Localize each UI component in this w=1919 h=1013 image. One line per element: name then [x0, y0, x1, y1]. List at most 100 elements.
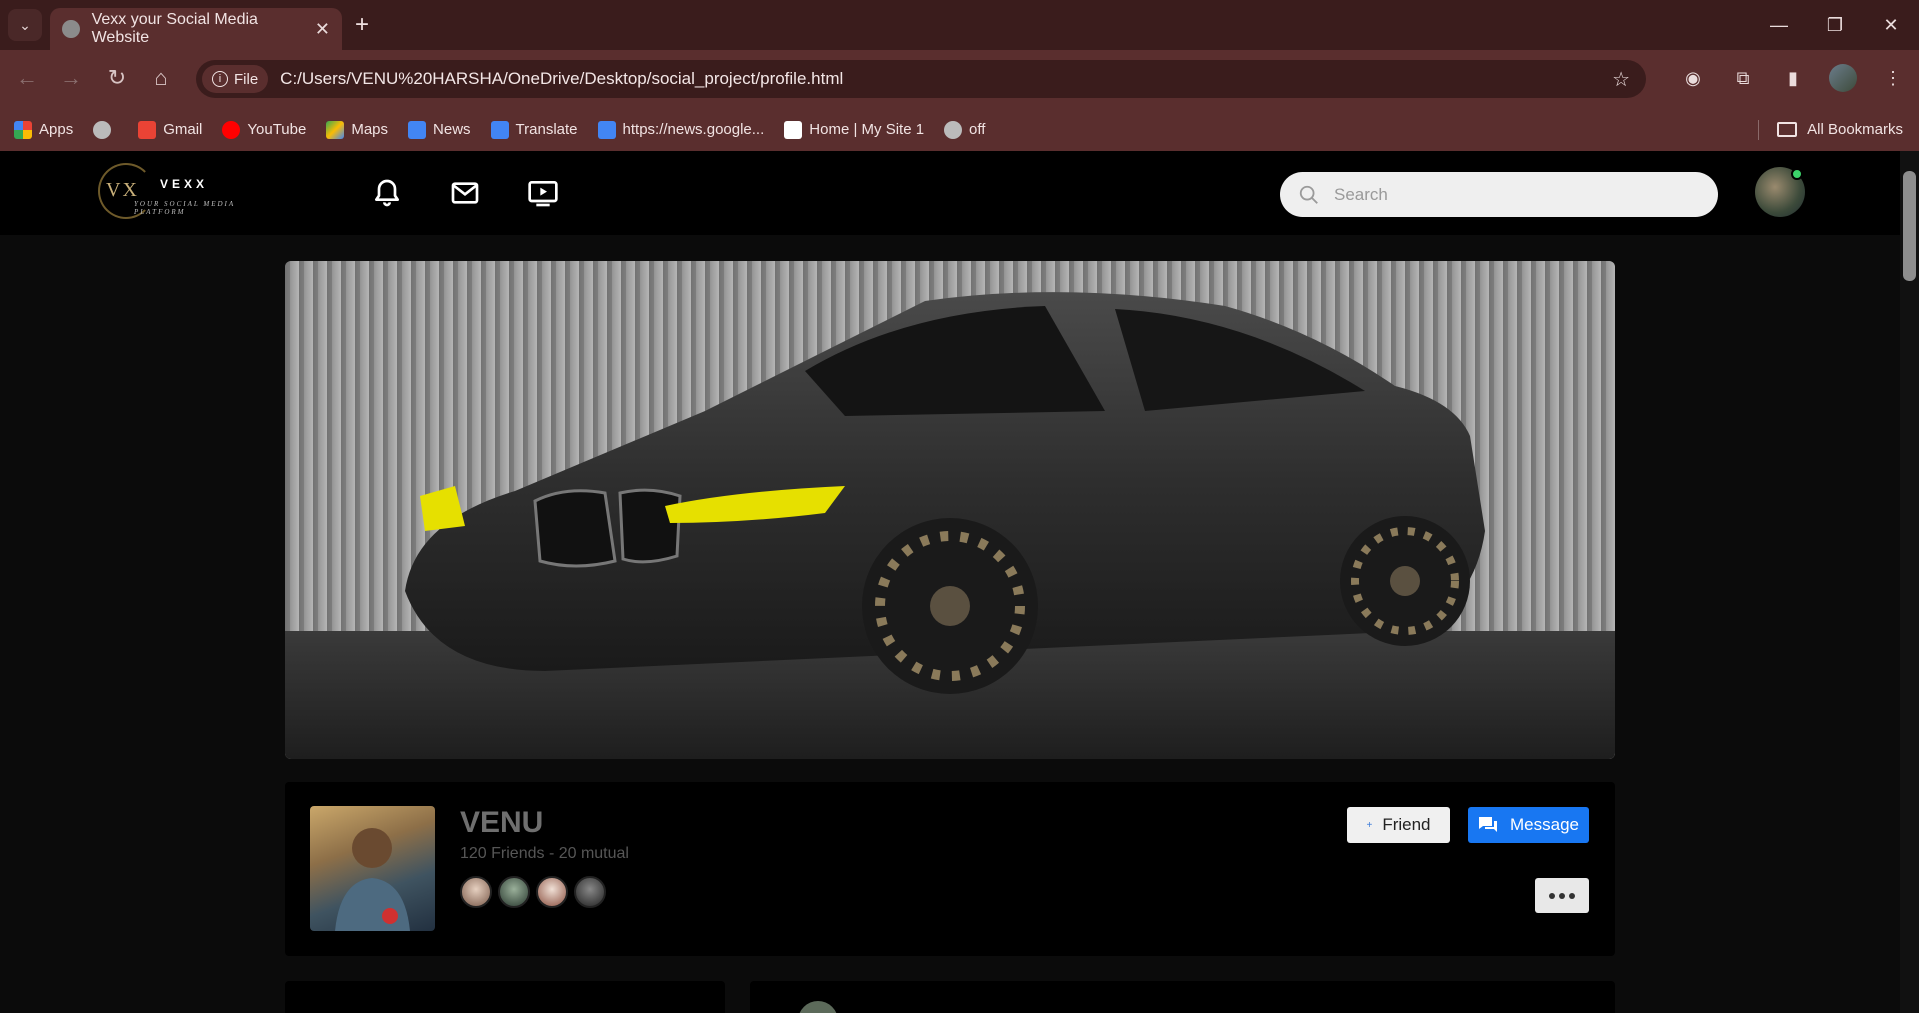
- bookmark-maps[interactable]: Maps: [326, 120, 389, 139]
- post-author-avatar[interactable]: [798, 1001, 838, 1013]
- bookmark-label: Gmail: [163, 121, 203, 138]
- bookmark-label: Maps: [351, 121, 389, 138]
- bookmark-off[interactable]: off: [944, 120, 986, 139]
- globe-icon: [944, 120, 963, 139]
- bookmark-label: News: [433, 121, 471, 138]
- cover-photo: [285, 261, 1615, 759]
- minimize-icon[interactable]: —: [1751, 0, 1807, 50]
- bell-icon[interactable]: [371, 177, 403, 209]
- file-chip-label: File: [234, 70, 259, 88]
- video-play-icon[interactable]: [527, 177, 559, 209]
- bookmarks-bar: Apps Gmail YouTube Maps News Translate h…: [0, 108, 1919, 151]
- side-panel-icon[interactable]: ▮: [1779, 64, 1807, 92]
- tab-search-button[interactable]: ⌄: [8, 9, 42, 41]
- profile-avatar-icon[interactable]: [1829, 64, 1857, 92]
- bookmark-gmail[interactable]: Gmail: [138, 120, 203, 139]
- profile-photo-image: [335, 828, 410, 931]
- friends-count: 120 Friends - 20 mutual: [460, 845, 629, 862]
- profile-card: VENU 120 Friends - 20 mutual + Friend Me…: [285, 782, 1615, 956]
- globe-icon: [62, 20, 80, 38]
- home-icon[interactable]: ⌂: [146, 65, 176, 91]
- address-bar[interactable]: i File C:/Users/VENU%20HARSHA/OneDrive/D…: [196, 60, 1646, 98]
- chevron-down-icon: ⌄: [19, 16, 31, 33]
- mail-icon[interactable]: [449, 177, 481, 209]
- maps-icon: [326, 120, 345, 139]
- dot-icon: [1549, 892, 1555, 899]
- bookmark-label: https://news.google...: [622, 121, 765, 138]
- menu-kebab-icon[interactable]: ⋮: [1879, 64, 1907, 92]
- page-content: VX VEXX YOUR SOCIAL MEDIA PLATFORM Searc…: [0, 151, 1900, 1013]
- restore-icon[interactable]: ❐: [1807, 0, 1863, 50]
- more-options-button[interactable]: [1535, 878, 1589, 913]
- mutual-friends-avatars: [460, 876, 606, 908]
- search-input[interactable]: [1332, 183, 1692, 206]
- bookmark-translate[interactable]: Translate: [490, 120, 578, 139]
- profile-photo[interactable]: [310, 806, 435, 931]
- online-status-dot: [1791, 168, 1803, 180]
- dot-icon: [1559, 892, 1565, 899]
- posts-panel: [750, 981, 1615, 1013]
- bookmark-star-icon[interactable]: ☆: [1612, 67, 1630, 92]
- globe-icon: [93, 120, 112, 139]
- logo-mark: VX: [106, 179, 139, 201]
- bookmark-wix[interactable]: Home | My Site 1: [784, 120, 925, 139]
- youtube-icon: [222, 120, 241, 139]
- bookmark-google-news[interactable]: https://news.google...: [597, 120, 765, 139]
- browser-tab[interactable]: Vexx your Social Media Website ✕: [50, 8, 342, 50]
- window-controls: — ❐ ✕: [1751, 0, 1919, 50]
- gmail-icon: [138, 120, 157, 139]
- window-close-icon[interactable]: ✕: [1863, 0, 1919, 50]
- search-bar[interactable]: [1280, 172, 1718, 217]
- chat-icon: [1479, 817, 1497, 832]
- friend-avatar[interactable]: [498, 876, 530, 908]
- info-icon: i: [212, 71, 228, 87]
- message-button[interactable]: Message: [1468, 807, 1589, 843]
- google-lens-icon[interactable]: ◉: [1679, 64, 1707, 92]
- extensions-icon[interactable]: ⧉: [1729, 64, 1757, 92]
- friend-button[interactable]: + Friend: [1347, 807, 1450, 843]
- translate-icon: [490, 120, 509, 139]
- friend-button-label: Friend: [1382, 815, 1431, 834]
- wix-icon: [784, 120, 803, 139]
- new-tab-button[interactable]: +: [355, 11, 369, 39]
- friend-avatar[interactable]: [536, 876, 568, 908]
- all-bookmarks-label: All Bookmarks: [1807, 121, 1903, 138]
- tab-title: Vexx your Social Media Website: [91, 11, 258, 46]
- apps-grid-icon: [14, 120, 32, 139]
- site-info-chip[interactable]: i File: [202, 65, 269, 93]
- user-avatar[interactable]: [1755, 167, 1805, 217]
- add-friend-icon: +: [1366, 819, 1373, 831]
- news-icon: [597, 120, 616, 139]
- bookmark-youtube[interactable]: YouTube: [222, 120, 307, 139]
- forward-arrow-icon[interactable]: →: [56, 65, 86, 91]
- close-icon[interactable]: ✕: [315, 19, 330, 40]
- bookmark-globe[interactable]: [93, 120, 118, 139]
- bookmark-apps[interactable]: Apps: [14, 120, 74, 139]
- bookmark-label: Apps: [39, 121, 74, 138]
- reload-icon[interactable]: ↻: [102, 65, 132, 91]
- bookmark-label: Translate: [515, 121, 578, 138]
- site-header: VX VEXX YOUR SOCIAL MEDIA PLATFORM: [0, 151, 1900, 235]
- bookmark-news[interactable]: News: [408, 120, 471, 139]
- site-logo[interactable]: VX VEXX YOUR SOCIAL MEDIA PLATFORM: [98, 163, 288, 223]
- bookmark-label: off: [969, 121, 986, 138]
- all-bookmarks-button[interactable]: All Bookmarks: [1777, 108, 1903, 151]
- friend-avatar[interactable]: [574, 876, 606, 908]
- car-cover-image: [285, 261, 1615, 759]
- search-icon: [1299, 185, 1318, 204]
- message-button-label: Message: [1510, 815, 1579, 834]
- bookmarks-divider: [1758, 120, 1759, 140]
- page-scrollbar[interactable]: [1900, 151, 1919, 1013]
- bookmark-label: Home | My Site 1: [809, 121, 925, 138]
- browser-tab-strip: ⌄ Vexx your Social Media Website ✕ + — ❐…: [0, 0, 1919, 50]
- browser-toolbar: ← → ↻ ⌂ i File C:/Users/VENU%20HARSHA/On…: [0, 50, 1919, 108]
- bookmark-label: YouTube: [247, 121, 307, 138]
- back-arrow-icon[interactable]: ←: [12, 65, 42, 91]
- scrollbar-thumb[interactable]: [1903, 171, 1916, 281]
- url-text[interactable]: C:/Users/VENU%20HARSHA/OneDrive/Desktop/…: [280, 69, 843, 89]
- logo-tagline: YOUR SOCIAL MEDIA PLATFORM: [134, 200, 236, 216]
- friend-avatar[interactable]: [460, 876, 492, 908]
- toolbar-icons: ◉ ⧉ ▮ ⋮: [1679, 64, 1907, 92]
- folder-icon: [1777, 122, 1798, 137]
- profile-name: VENU: [460, 806, 544, 839]
